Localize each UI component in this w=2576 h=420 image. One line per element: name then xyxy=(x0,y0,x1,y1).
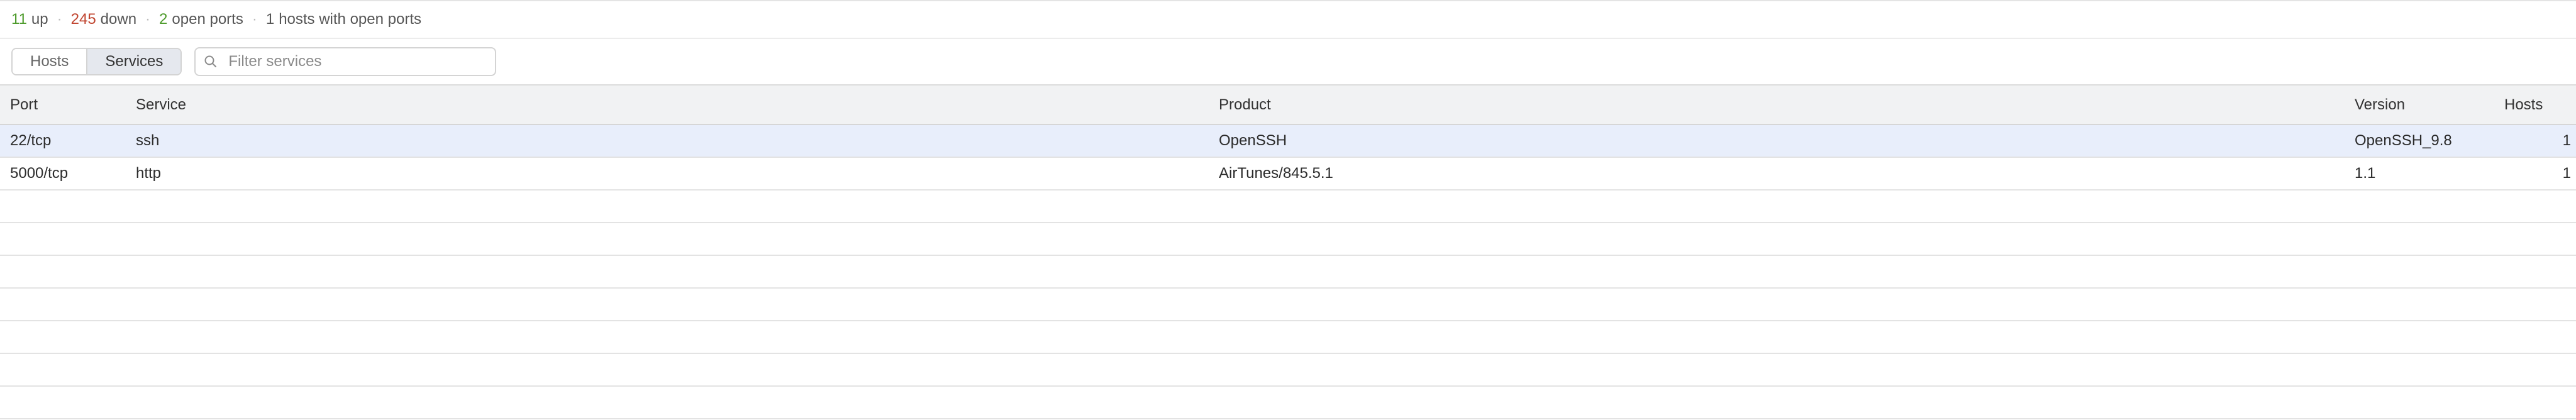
hosts-open-count: 1 xyxy=(265,11,275,28)
up-label: up xyxy=(31,11,48,28)
empty-cell xyxy=(126,255,1209,288)
empty-cell xyxy=(0,190,126,223)
hosts-cell: 1 xyxy=(2562,165,2571,182)
empty-row xyxy=(0,255,2576,288)
toolbar: Hosts Services xyxy=(0,39,2576,86)
empty-cell xyxy=(0,386,126,419)
services-view: 11 up · 245 down · 2 open ports · 1 host… xyxy=(0,0,2576,420)
services-table: Port Service Product Version Hosts 22/tc… xyxy=(0,86,2576,419)
empty-cell xyxy=(2345,321,2494,353)
column-header-service[interactable]: Service xyxy=(126,86,1209,125)
empty-cell xyxy=(2345,288,2494,321)
separator: · xyxy=(57,11,62,28)
product-cell: OpenSSH xyxy=(1219,132,1287,149)
empty-cell xyxy=(1209,255,2345,288)
empty-cell xyxy=(126,353,1209,386)
column-header-version[interactable]: Version xyxy=(2345,86,2494,125)
column-header-hosts[interactable]: Hosts xyxy=(2494,86,2576,125)
column-header-port[interactable]: Port xyxy=(0,86,126,125)
down-count: 245 xyxy=(70,11,96,28)
empty-cell xyxy=(2345,190,2494,223)
version-cell: 1.1 xyxy=(2355,165,2376,182)
hosts-cell: 1 xyxy=(2562,132,2571,149)
separator: · xyxy=(145,11,151,28)
service-cell: http xyxy=(136,165,162,182)
empty-cell xyxy=(126,386,1209,419)
port-cell: 22/tcp xyxy=(10,132,52,149)
empty-cell xyxy=(0,223,126,255)
view-switcher: Hosts Services xyxy=(11,48,182,75)
empty-cell xyxy=(0,353,126,386)
version-cell: OpenSSH_9.8 xyxy=(2355,132,2452,149)
separator: · xyxy=(252,11,257,28)
empty-row xyxy=(0,223,2576,255)
empty-rows xyxy=(0,190,2576,419)
filter-services-input[interactable] xyxy=(227,52,482,71)
empty-cell xyxy=(2345,223,2494,255)
empty-cell xyxy=(2345,353,2494,386)
empty-row xyxy=(0,288,2576,321)
scan-summary: 11 up · 245 down · 2 open ports · 1 host… xyxy=(0,1,2576,39)
empty-cell xyxy=(2494,288,2576,321)
search-box[interactable] xyxy=(194,47,497,76)
up-count: 11 xyxy=(11,11,27,28)
table-header: Port Service Product Version Hosts xyxy=(0,86,2576,125)
empty-cell xyxy=(1209,353,2345,386)
empty-cell xyxy=(1209,288,2345,321)
tab-hosts[interactable]: Hosts xyxy=(13,49,87,74)
empty-cell xyxy=(2494,223,2576,255)
empty-cell xyxy=(2494,353,2576,386)
empty-cell xyxy=(1209,223,2345,255)
tab-services[interactable]: Services xyxy=(86,49,181,74)
empty-cell xyxy=(2494,321,2576,353)
open-ports-label: open ports xyxy=(172,11,243,28)
empty-cell xyxy=(2494,255,2576,288)
empty-cell xyxy=(1209,321,2345,353)
empty-cell xyxy=(1209,190,2345,223)
empty-row xyxy=(0,353,2576,386)
empty-row xyxy=(0,321,2576,353)
empty-cell xyxy=(0,255,126,288)
empty-cell xyxy=(0,321,126,353)
open-ports-count: 2 xyxy=(159,11,168,28)
port-cell: 5000/tcp xyxy=(10,165,69,182)
empty-cell xyxy=(2345,386,2494,419)
empty-cell xyxy=(126,223,1209,255)
table-row[interactable]: 5000/tcp http AirTunes/845.5.1 1.1 1 xyxy=(0,157,2576,190)
table-row[interactable]: 22/tcp ssh OpenSSH OpenSSH_9.8 1 xyxy=(0,124,2576,157)
column-header-product[interactable]: Product xyxy=(1209,86,2345,125)
service-cell: ssh xyxy=(136,132,160,149)
product-cell: AirTunes/845.5.1 xyxy=(1219,165,1333,182)
empty-cell xyxy=(2345,255,2494,288)
empty-row xyxy=(0,190,2576,223)
empty-cell xyxy=(0,288,126,321)
empty-cell xyxy=(2494,386,2576,419)
empty-cell xyxy=(126,321,1209,353)
search-icon xyxy=(204,55,217,67)
down-label: down xyxy=(100,11,137,28)
empty-row xyxy=(0,386,2576,419)
empty-cell xyxy=(1209,386,2345,419)
empty-cell xyxy=(126,288,1209,321)
hosts-open-label: hosts with open ports xyxy=(279,11,421,28)
empty-cell xyxy=(2494,190,2576,223)
empty-cell xyxy=(126,190,1209,223)
